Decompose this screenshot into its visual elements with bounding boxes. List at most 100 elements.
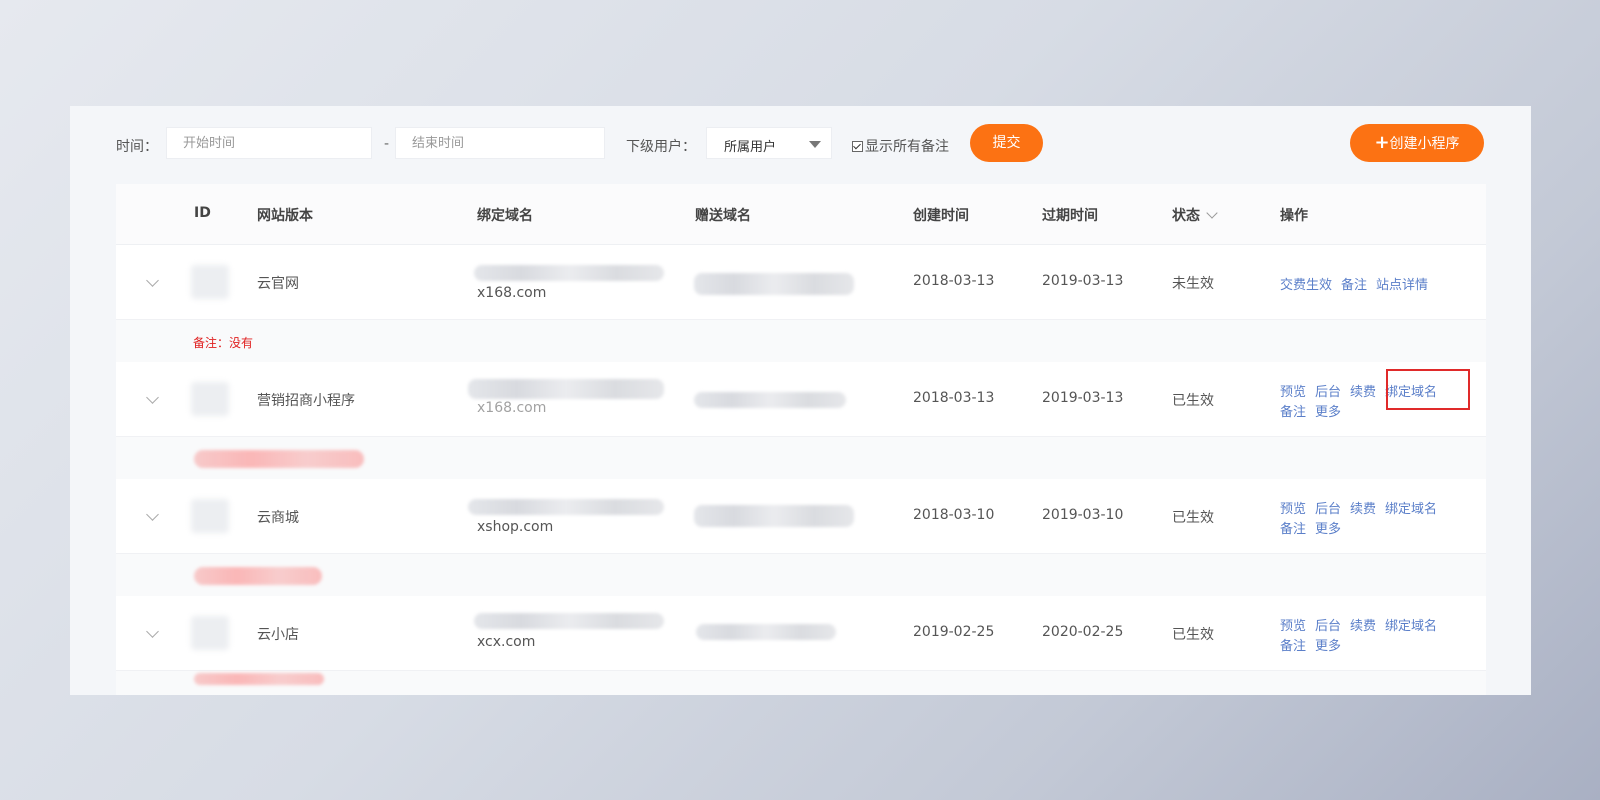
site-version: 营销招商小程序 [257,393,355,409]
admin-link[interactable]: 后台 [1315,619,1341,634]
highlight-box [1386,369,1470,410]
id-redacted [191,265,229,299]
table-row: 云小店 xcx.com 2019-02-25 2020-02-25 已生效 预览… [116,596,1486,670]
row-actions-line2: 备注 更多 [1280,401,1341,420]
status-text: 已生效 [1172,510,1214,526]
id-redacted [191,499,229,533]
table-header: ID 网站版本 绑定域名 赠送域名 创建时间 过期时间 状态 操作 [116,184,1486,245]
gift-domain-redacted [694,505,854,527]
caret-down-icon [809,141,821,148]
create-miniprogram-button[interactable]: +创建小程序 [1350,124,1484,162]
more-link[interactable]: 更多 [1315,639,1341,654]
date-range-dash: - [384,136,390,152]
expand-chevron-icon[interactable] [146,625,159,638]
note-row [116,553,1486,597]
bind-domain-link[interactable]: 绑定域名 [1385,619,1437,634]
col-actions: 操作 [1280,208,1308,224]
renew-link[interactable]: 续费 [1350,619,1376,634]
row-actions: 预览 后台 续费 绑定域名 [1280,615,1437,634]
create-button-label: 创建小程序 [1389,136,1460,152]
table-row: 云商城 xshop.com 2018-03-10 2019-03-10 已生效 … [116,479,1486,553]
note-link[interactable]: 备注 [1341,278,1367,293]
filter-toolbar: 时间： - 下级用户： 所属用户 显示所有备注 提交 +创建小程序 [70,106,1531,182]
bind-domain-link[interactable]: 绑定域名 [1385,502,1437,517]
gift-domain-redacted [696,624,836,640]
end-time-input[interactable] [395,127,605,159]
plus-icon: + [1374,132,1390,153]
col-status-label: 状态 [1172,208,1200,224]
time-label: 时间： [116,139,158,155]
main-panel: 时间： - 下级用户： 所属用户 显示所有备注 提交 +创建小程序 ID 网站版… [70,106,1531,695]
admin-link[interactable]: 后台 [1315,385,1341,400]
preview-link[interactable]: 预览 [1280,619,1306,634]
submit-button[interactable]: 提交 [970,124,1043,162]
show-notes-label: 显示所有备注 [865,139,949,155]
note-link[interactable]: 备注 [1280,639,1306,654]
note-link[interactable]: 备注 [1280,522,1306,537]
status-text: 已生效 [1172,393,1214,409]
row-actions: 预览 后台 续费 绑定域名 [1280,498,1437,517]
bound-domain[interactable]: xcx.com [477,634,535,650]
renew-link[interactable]: 续费 [1350,502,1376,517]
col-bound-domain: 绑定域名 [477,208,533,224]
col-status[interactable]: 状态 [1172,205,1218,225]
col-expires: 过期时间 [1042,208,1098,224]
col-gift-domain: 赠送域名 [695,208,751,224]
renew-link[interactable]: 续费 [1350,385,1376,400]
id-redacted [191,616,229,650]
row-actions-line2: 备注 更多 [1280,518,1341,537]
note-redacted [194,567,322,585]
sub-user-label: 下级用户： [626,139,696,155]
status-text: 未生效 [1172,276,1214,292]
preview-link[interactable]: 预览 [1280,502,1306,517]
bound-domain[interactable]: x168.com [477,400,546,416]
domain-redacted [474,265,664,281]
row-note: 备注：没有 [193,336,254,350]
expand-chevron-icon[interactable] [146,508,159,521]
site-table: ID 网站版本 绑定域名 赠送域名 创建时间 过期时间 状态 操作 云官网 x1… [116,184,1486,695]
expires-date: 2020-02-25 [1042,624,1124,640]
site-version: 云商城 [257,510,299,526]
row-actions-line2: 备注 更多 [1280,635,1341,654]
note-row [116,670,1486,695]
created-date: 2019-02-25 [913,624,995,640]
col-id: ID [194,205,211,221]
status-text: 已生效 [1172,627,1214,643]
expand-chevron-icon[interactable] [146,274,159,287]
created-date: 2018-03-10 [913,507,995,523]
gift-domain-redacted [694,392,846,408]
checkbox-checked-icon[interactable] [852,140,863,152]
table-row: 营销招商小程序 x168.com 2018-03-13 2019-03-13 已… [116,362,1486,436]
note-row [116,436,1486,480]
sub-user-select-value: 所属用户 [724,140,777,155]
note-redacted [194,673,324,685]
start-time-input[interactable] [166,127,372,159]
bound-domain[interactable]: xshop.com [477,519,553,535]
chevron-down-icon[interactable] [1206,207,1218,219]
id-redacted [191,382,229,416]
gift-domain-redacted [694,273,854,295]
domain-redacted [468,379,664,399]
domain-redacted [474,613,664,629]
pay-activate-link[interactable]: 交费生效 [1280,278,1332,293]
more-link[interactable]: 更多 [1315,405,1341,420]
created-date: 2018-03-13 [913,273,995,289]
row-actions: 交费生效 备注 站点详情 [1280,274,1428,293]
show-notes-checkbox[interactable]: 显示所有备注 [852,136,949,156]
site-version: 云官网 [257,276,299,292]
expires-date: 2019-03-13 [1042,390,1124,406]
note-redacted [194,450,364,468]
sub-user-select[interactable]: 所属用户 [706,127,832,159]
created-date: 2018-03-13 [913,390,995,406]
site-version: 云小店 [257,627,299,643]
more-link[interactable]: 更多 [1315,522,1341,537]
note-link[interactable]: 备注 [1280,405,1306,420]
preview-link[interactable]: 预览 [1280,385,1306,400]
table-row: 云官网 x168.com 2018-03-13 2019-03-13 未生效 交… [116,245,1486,319]
bound-domain[interactable]: x168.com [477,285,546,301]
expand-chevron-icon[interactable] [146,391,159,404]
domain-redacted [468,499,664,515]
col-version: 网站版本 [257,208,313,224]
site-details-link[interactable]: 站点详情 [1376,278,1428,293]
admin-link[interactable]: 后台 [1315,502,1341,517]
